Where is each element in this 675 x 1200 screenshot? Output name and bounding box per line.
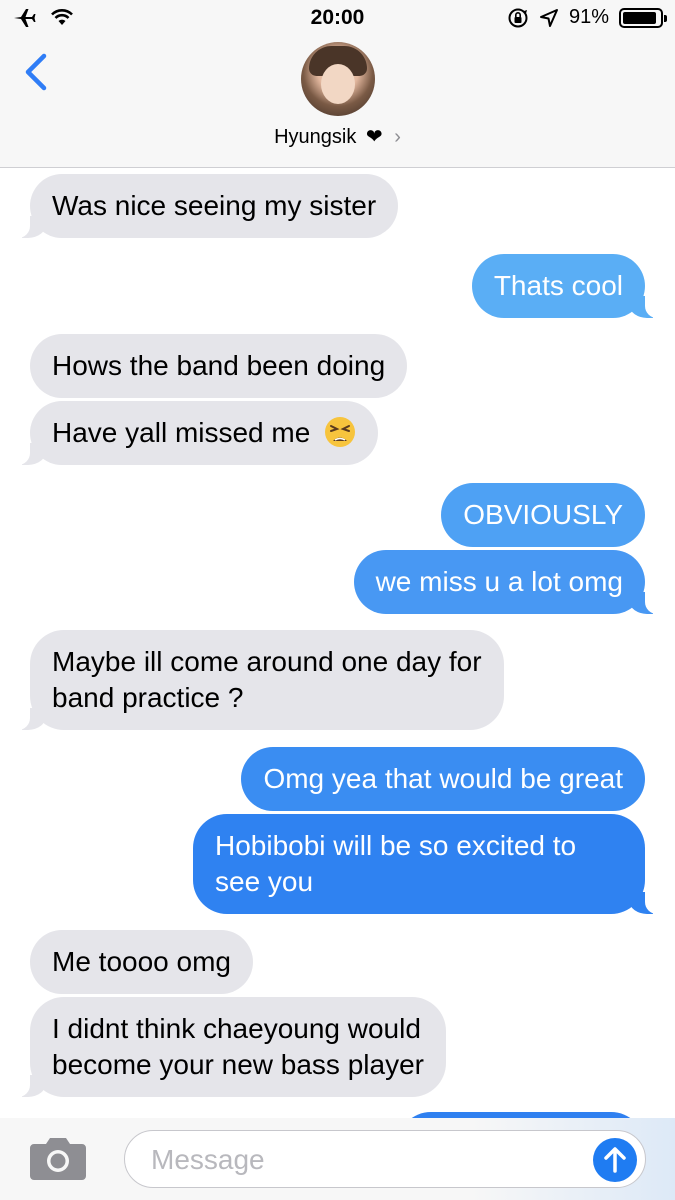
message-text-line: Hobibobi will be so excited to	[215, 830, 577, 861]
message-received[interactable]: Maybe ill come around one day for band p…	[12, 630, 504, 730]
message-received[interactable]: Hows the band been doing	[30, 334, 408, 398]
message-sent[interactable]: we miss u a lot omg	[353, 550, 664, 614]
message-sent[interactable]: Thats cool	[471, 254, 664, 318]
message-received[interactable]: Me toooo omg	[30, 930, 253, 994]
camera-button[interactable]	[28, 1134, 88, 1182]
battery-percent: 91%	[568, 6, 609, 28]
contact-name: Hyungsik	[274, 126, 357, 148]
message-sent[interactable]: Hobibobi will be so excited to see you	[193, 814, 663, 914]
location-icon	[539, 8, 558, 27]
message-text: Thats cool	[493, 270, 623, 301]
message-input[interactable]: Message	[124, 1130, 646, 1188]
message-input-bar: Message	[0, 1118, 675, 1200]
message-text-line: become your new bass player	[52, 1049, 424, 1080]
message-received[interactable]: Was nice seeing my sister	[11, 174, 399, 238]
battery-icon	[619, 7, 667, 28]
status-right: 91%	[507, 6, 667, 29]
contact-name-row[interactable]: Hyungsik ❤ ›	[0, 124, 675, 149]
message-sent[interactable]: OBVIOUSLY	[441, 483, 645, 547]
chevron-right-icon: ›	[394, 126, 401, 148]
message-text: Have yall missed me	[52, 417, 311, 448]
message-text-line: see you	[215, 866, 314, 897]
conversation-header: 20:00 91% Hyungsik ❤ ›	[0, 0, 675, 168]
back-button[interactable]	[18, 50, 58, 94]
message-text: OBVIOUSLY	[463, 499, 623, 530]
contact-avatar[interactable]	[301, 42, 375, 116]
send-button[interactable]	[593, 1138, 637, 1182]
arrow-up-icon	[604, 1147, 626, 1173]
message-text: Was nice seeing my sister	[52, 190, 377, 221]
tired-face-emoji	[325, 417, 356, 447]
message-text: Omg yea that would be great	[263, 763, 623, 794]
message-placeholder: Message	[151, 1144, 265, 1175]
message-list[interactable]: Was nice seeing my sister Thats cool How…	[0, 168, 675, 1118]
message-text: Hows the band been doing	[52, 350, 386, 381]
message-text-line: Maybe ill come around one day for	[52, 646, 482, 677]
message-sent[interactable]: Omg yea that would be great	[241, 747, 645, 811]
message-text: Me toooo omg	[52, 946, 231, 977]
status-bar: 20:00 91%	[0, 0, 675, 38]
message-text-line: I didnt think chaeyoung would	[52, 1013, 421, 1044]
message-received[interactable]: Have yall missed me	[11, 401, 379, 465]
battery-fill	[623, 11, 656, 24]
message-text-line: band practice ?	[52, 682, 244, 713]
heart-icon: ❤	[365, 126, 383, 148]
message-text: we miss u a lot omg	[375, 566, 623, 597]
orientation-lock-icon	[508, 8, 528, 27]
message-received[interactable]: I didnt think chaeyoung would become you…	[12, 997, 446, 1097]
